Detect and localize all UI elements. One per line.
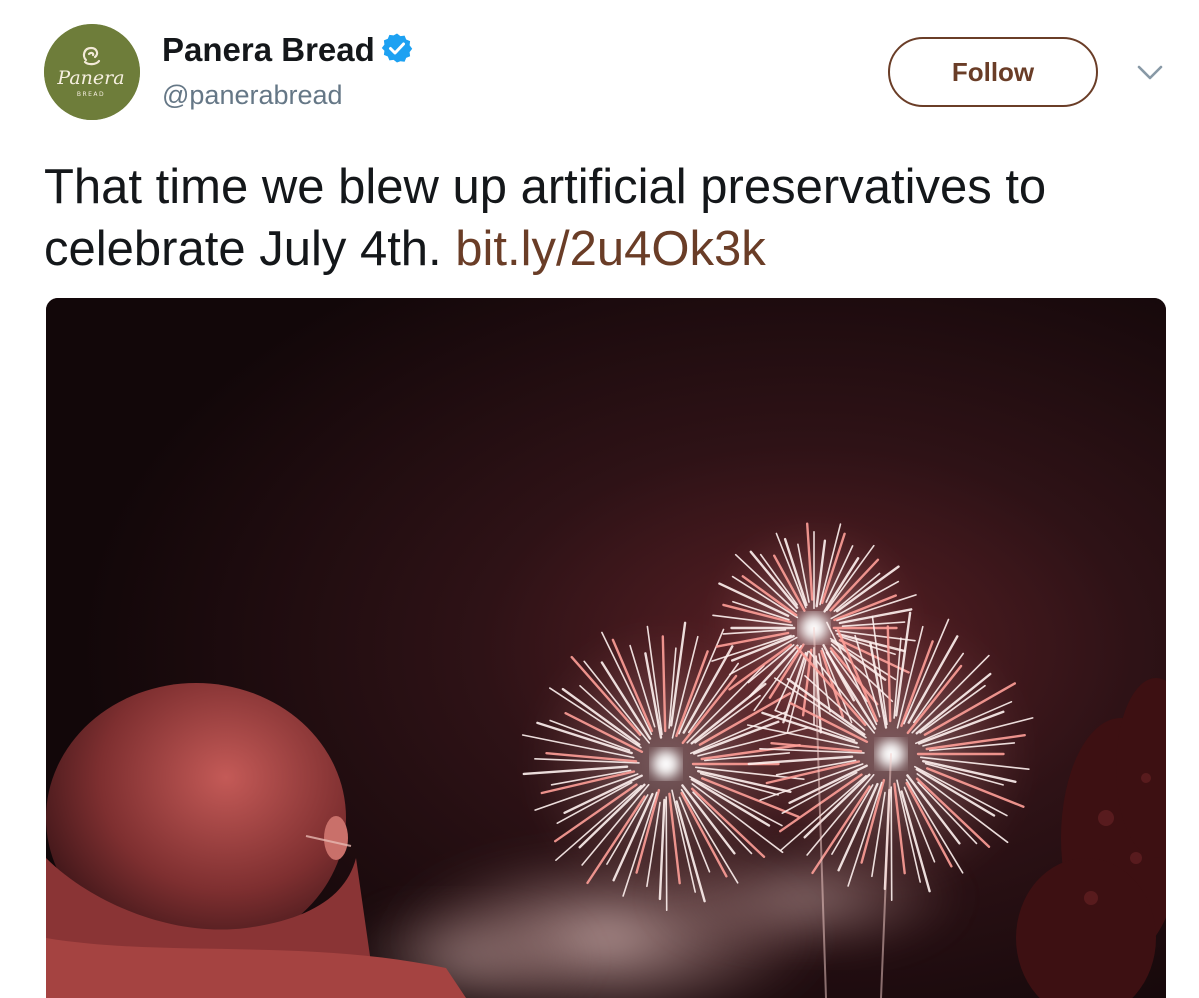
firework-spark (890, 786, 893, 902)
panera-logo-icon: Panera BREAD (44, 24, 140, 120)
user-handle[interactable]: @panerabread (162, 78, 413, 112)
tweet-link[interactable]: bit.ly/2u4Ok3k (455, 222, 766, 276)
chevron-down-icon[interactable] (1132, 58, 1168, 88)
tweet-photo[interactable] (46, 298, 1166, 998)
tweet-text: That time we blew up artificial preserva… (44, 156, 1164, 280)
tweet-card: Panera BREAD Panera Bread @panerabread F… (0, 0, 1199, 998)
verified-badge-icon (381, 32, 413, 64)
firework-spark (665, 796, 668, 912)
author-block: Panera Bread @panerabread (162, 30, 413, 112)
avatar-logo-text: Panera (56, 67, 124, 89)
firework-core (652, 750, 680, 778)
fireworks-photo (46, 298, 1166, 998)
follow-button[interactable]: Follow (888, 37, 1098, 107)
avatar-logo-subtext: BREAD (77, 91, 105, 98)
display-name[interactable]: Panera Bread (162, 30, 375, 70)
avatar[interactable]: Panera BREAD (44, 24, 140, 120)
